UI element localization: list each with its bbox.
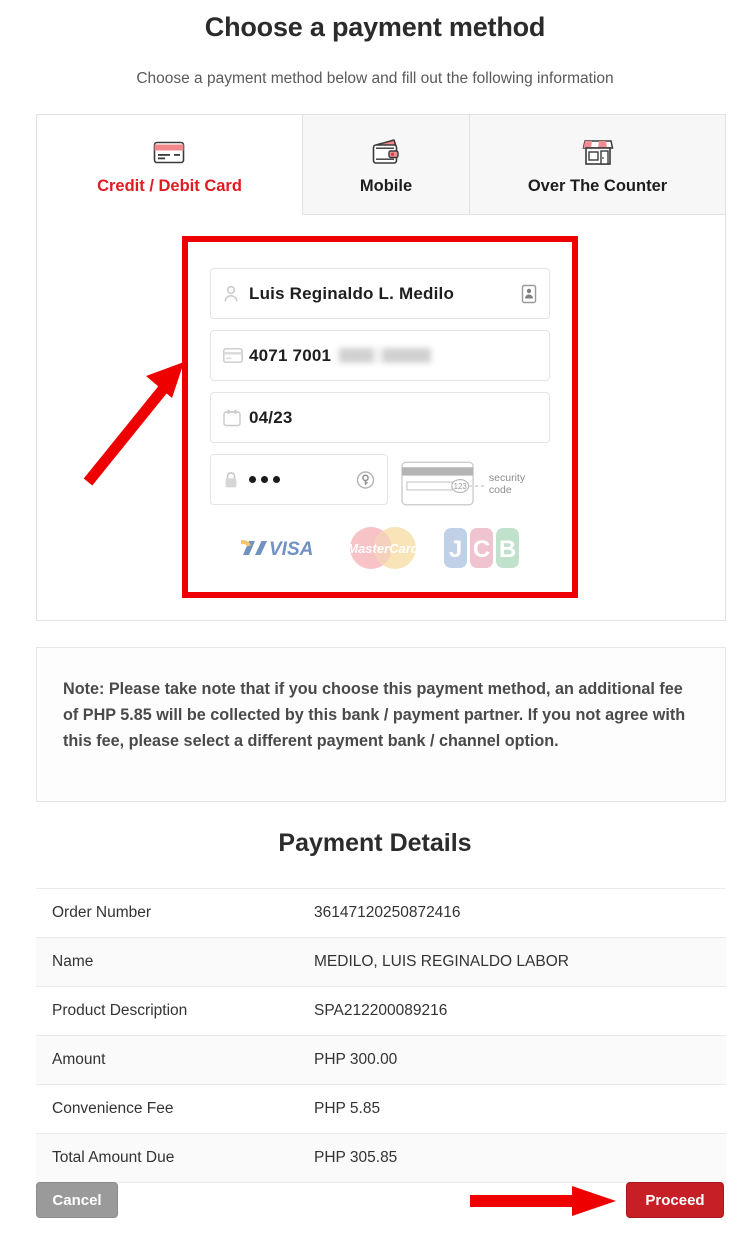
visa-logo: VISA bbox=[239, 533, 323, 568]
row-label: Order Number bbox=[52, 904, 152, 921]
payment-method-tabs: Credit / Debit Card Mobile Over The Coun… bbox=[37, 115, 725, 215]
wallet-icon bbox=[370, 136, 402, 170]
row-value: PHP 5.85 bbox=[314, 1100, 381, 1117]
svg-text:123: 123 bbox=[454, 482, 468, 491]
tab-label: Over The Counter bbox=[527, 177, 668, 195]
cardholder-name-field[interactable]: Luis Reginaldo L. Medilo bbox=[210, 268, 550, 319]
card-back-illustration: 123 bbox=[401, 461, 484, 506]
card-brand-logos: VISA MasterCard J C B bbox=[210, 526, 550, 575]
card-form: Luis Reginaldo L. Medilo 4071 7001 04/23… bbox=[188, 242, 572, 575]
card-number-field[interactable]: 4071 7001 bbox=[210, 330, 550, 381]
cardholder-name-value: Luis Reginaldo L. Medilo bbox=[249, 283, 455, 303]
svg-text:MasterCard: MasterCard bbox=[347, 541, 420, 556]
svg-text:J: J bbox=[449, 536, 462, 563]
cvv-dot bbox=[273, 476, 280, 483]
payment-method-page: Choose a payment method Choose a payment… bbox=[0, 0, 750, 1242]
row-label: Total Amount Due bbox=[52, 1149, 175, 1166]
credit-card-icon bbox=[153, 136, 187, 170]
row-value: PHP 300.00 bbox=[314, 1051, 398, 1068]
card-expiry-value: 04/23 bbox=[249, 407, 293, 427]
annotation-arrow-to-proceed bbox=[470, 1186, 616, 1216]
payment-details-table: Order Number 36147120250872416 Name MEDI… bbox=[36, 888, 726, 1183]
card-form-highlight: Luis Reginaldo L. Medilo 4071 7001 04/23… bbox=[182, 236, 578, 598]
table-row: Name MEDILO, LUIS REGINALDO LABOR bbox=[36, 937, 726, 987]
payment-details-title: Payment Details bbox=[278, 829, 472, 857]
calendar-icon bbox=[223, 409, 249, 427]
person-icon bbox=[223, 285, 249, 303]
mastercard-logo: MasterCard bbox=[337, 526, 429, 575]
svg-text:B: B bbox=[499, 536, 516, 563]
lock-icon bbox=[223, 471, 249, 489]
row-value: MEDILO, LUIS REGINALDO LABOR bbox=[314, 953, 569, 970]
tab-label: Credit / Debit Card bbox=[97, 177, 242, 195]
security-code-label-text: security code bbox=[488, 471, 526, 496]
table-row: Product Description SPA212200089216 bbox=[36, 987, 726, 1036]
table-row: Convenience Fee PHP 5.85 bbox=[36, 1085, 726, 1134]
security-code-label: security code bbox=[489, 472, 550, 496]
card-number-value: 4071 7001 bbox=[249, 345, 332, 365]
page-subtitle: Choose a payment method below and fill o… bbox=[136, 70, 614, 87]
svg-text:C: C bbox=[473, 536, 490, 563]
tab-credit-debit-card[interactable]: Credit / Debit Card bbox=[37, 115, 303, 215]
row-label: Name bbox=[52, 953, 94, 970]
cvv-row: 123 security code bbox=[210, 454, 550, 510]
table-row: Amount PHP 300.00 bbox=[36, 1035, 726, 1085]
tab-mobile[interactable]: Mobile bbox=[303, 115, 470, 215]
card-number-masked-digits bbox=[339, 348, 432, 363]
row-value: SPA212200089216 bbox=[314, 1002, 448, 1019]
jcb-logo: J C B bbox=[443, 526, 521, 575]
tab-label: Mobile bbox=[359, 177, 413, 195]
row-label: Amount bbox=[52, 1051, 106, 1068]
row-label: Convenience Fee bbox=[52, 1100, 174, 1117]
tab-over-the-counter[interactable]: Over The Counter bbox=[470, 115, 725, 215]
cvv-field[interactable] bbox=[210, 454, 389, 505]
row-value: 36147120250872416 bbox=[314, 904, 461, 921]
proceed-button[interactable]: Proceed bbox=[626, 1182, 724, 1218]
table-row: Total Amount Due PHP 305.85 bbox=[36, 1133, 726, 1183]
payment-note-text: Note: Please take note that if you choos… bbox=[63, 680, 686, 751]
row-value: PHP 305.85 bbox=[314, 1149, 398, 1166]
cvv-dot bbox=[261, 476, 268, 483]
row-label: Product Description bbox=[52, 1002, 188, 1019]
table-row: Order Number 36147120250872416 bbox=[36, 888, 726, 938]
storefront-icon bbox=[582, 136, 614, 170]
page-title: Choose a payment method bbox=[204, 12, 546, 42]
key-circle-icon[interactable] bbox=[356, 470, 375, 489]
card-expiry-field[interactable]: 04/23 bbox=[210, 392, 550, 443]
cvv-masked-value bbox=[249, 476, 280, 483]
contact-card-icon[interactable] bbox=[521, 284, 537, 304]
security-code-help: 123 security code bbox=[401, 454, 550, 510]
payment-note-box: Note: Please take note that if you choos… bbox=[36, 647, 726, 802]
cancel-button[interactable]: Cancel bbox=[36, 1182, 118, 1218]
svg-text:VISA: VISA bbox=[269, 539, 313, 560]
credit-card-icon bbox=[223, 348, 249, 363]
cvv-dot bbox=[249, 476, 256, 483]
